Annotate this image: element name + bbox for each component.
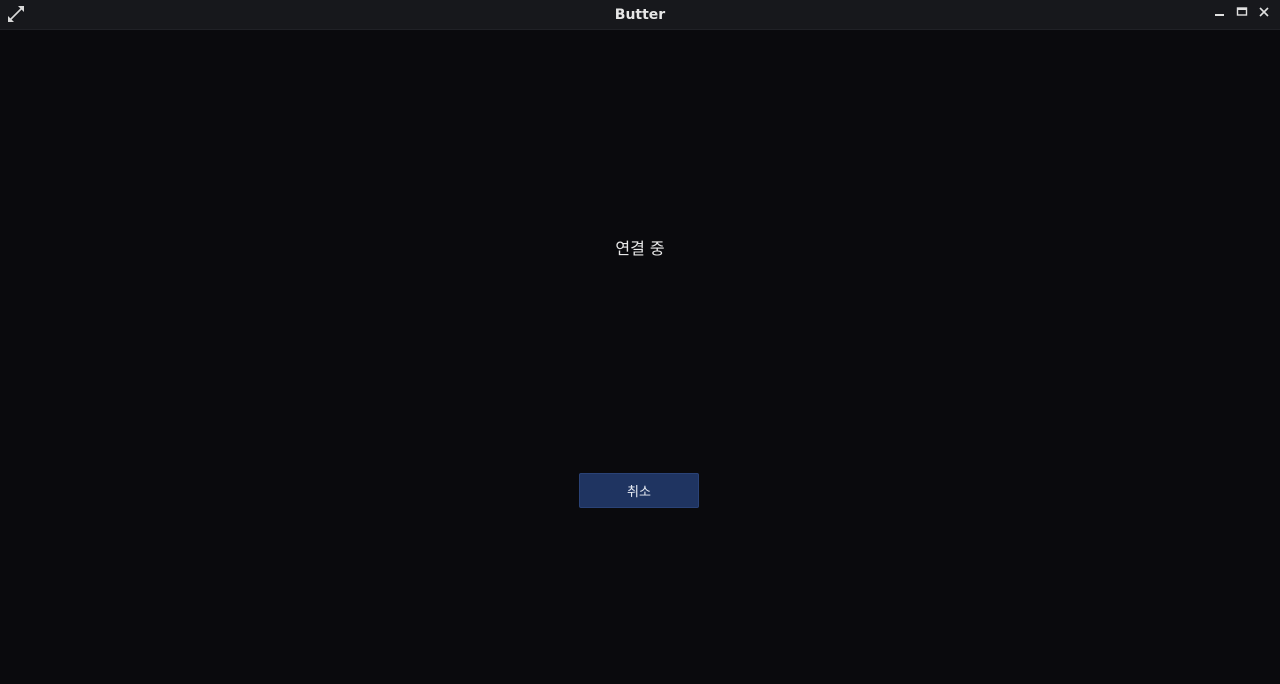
connecting-status: 연결 중 [615,239,665,258]
window-title: Butter [614,7,666,23]
title-bar[interactable]: Butter [0,0,1280,30]
cancel-button[interactable]: 취소 [579,473,699,508]
maximize-button[interactable] [1234,4,1250,20]
window-controls [1212,4,1272,22]
close-icon [1259,7,1269,17]
maximize-icon [1236,7,1248,16]
minimize-button[interactable] [1212,4,1228,20]
close-button[interactable] [1256,4,1272,20]
minimize-icon [1215,14,1224,16]
app-window: Butter 연결 중 취소 [0,0,1280,684]
